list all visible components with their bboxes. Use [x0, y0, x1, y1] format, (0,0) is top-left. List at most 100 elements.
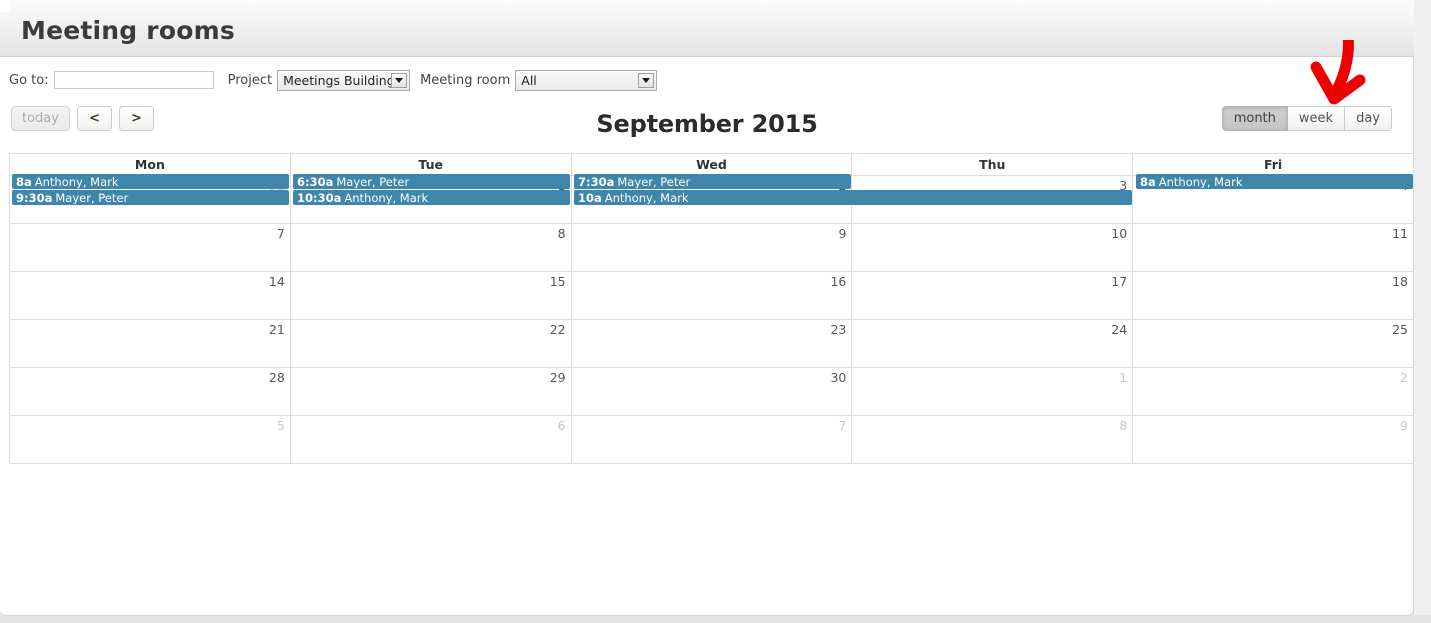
calendar-day-cell[interactable]: 28 [10, 368, 291, 416]
calendar-day-cell[interactable]: 7 [10, 224, 291, 272]
calendar-day-cell[interactable]: 11 [1133, 224, 1414, 272]
calendar-event[interactable]: 10:30a Anthony, Mark [293, 190, 570, 205]
calendar-day-number: 14 [268, 274, 285, 289]
calendar-day-cell[interactable]: 7 [571, 416, 853, 464]
page-scrollbar-track[interactable] [1413, 0, 1431, 623]
calendar-day-number: 22 [549, 322, 566, 337]
goto-label: Go to: [9, 72, 49, 88]
month-calendar: MonTueWedThuFri 311234789101114151617182… [9, 153, 1414, 464]
calendar-event-title: Anthony, Mark [34, 175, 119, 189]
calendar-day-header: Wed [571, 154, 853, 176]
calendar-day-cell[interactable]: 9 [1133, 416, 1414, 464]
calendar-day-number: 1 [1119, 370, 1128, 385]
calendar-day-number: 17 [1111, 274, 1128, 289]
calendar-event[interactable]: 10a Anthony, Mark [574, 190, 1132, 205]
calendar-day-number: 11 [1392, 226, 1408, 241]
calendar-day-number: 18 [1392, 274, 1408, 289]
calendar-event-time: 8a [16, 175, 32, 189]
calendar-day-cell[interactable]: 6 [290, 416, 572, 464]
calendar-day-number: 29 [549, 370, 566, 385]
meeting-room-label: Meeting room [420, 72, 511, 88]
filter-bar: Go to: Project Meetings Building 1 Meeti… [9, 69, 658, 91]
calendar-day-cell[interactable]: 8 [852, 416, 1134, 464]
calendar-day-number: 5 [276, 418, 285, 433]
calendar-day-cell[interactable]: 1 [852, 368, 1134, 416]
calendar-event-title: Mayer, Peter [336, 175, 410, 189]
calendar-event-time: 8a [1140, 175, 1156, 189]
calendar-day-cell[interactable]: 8 [290, 224, 572, 272]
calendar-day-cell[interactable]: 18 [1133, 272, 1414, 320]
calendar-event[interactable]: 8a Anthony, Mark [1136, 174, 1413, 189]
page-title: Meeting rooms [21, 16, 235, 45]
calendar-body: 3112347891011141516171821222324252829301… [10, 174, 1414, 464]
calendar-event[interactable]: 7:30a Mayer, Peter [574, 174, 851, 189]
page-panel: Meeting rooms Go to: Project Meetings Bu… [0, 0, 1414, 616]
calendar-day-header: Thu [852, 154, 1134, 176]
calendar-period-title: September 2015 [596, 110, 818, 138]
calendar-day-cell[interactable]: 14 [10, 272, 291, 320]
calendar-event-title: Anthony, Mark [604, 191, 689, 205]
calendar-event-time: 10:30a [297, 191, 342, 205]
calendar-day-cell[interactable]: 2 [1133, 368, 1414, 416]
calendar-day-cell[interactable]: 17 [852, 272, 1134, 320]
calendar-day-cell[interactable]: 25 [1133, 320, 1414, 368]
goto-input[interactable] [53, 71, 214, 89]
calendar-event-time: 10a [578, 191, 602, 205]
calendar-event-time: 9:30a [16, 191, 53, 205]
view-button-week[interactable]: week [1287, 106, 1346, 131]
calendar-event-time: 7:30a [578, 175, 615, 189]
calendar-day-cell[interactable]: 16 [571, 272, 853, 320]
calendar-day-number: 7 [838, 418, 847, 433]
calendar-event-title: Anthony, Mark [344, 191, 429, 205]
project-select[interactable]: Meetings Building 1 [277, 69, 411, 91]
calendar-day-number: 24 [1111, 322, 1128, 337]
calendar-day-number: 25 [1392, 322, 1408, 337]
project-label: Project [227, 72, 273, 88]
calendar-day-header: Fri [1133, 154, 1414, 176]
calendar-day-cell[interactable]: 9 [571, 224, 853, 272]
calendar-week-row: 21 22 23 24 25 [10, 320, 1414, 368]
page-bottom-edge [0, 615, 1431, 623]
view-button-month[interactable]: month [1221, 106, 1288, 131]
chevron-down-icon [391, 72, 408, 88]
meeting-room-select[interactable]: All [515, 69, 658, 91]
calendar-day-header: Tue [290, 154, 572, 176]
calendar-event[interactable]: 6:30a Mayer, Peter [293, 174, 570, 189]
view-button-day[interactable]: day [1345, 106, 1392, 131]
calendar-event[interactable]: 9:30a Mayer, Peter [12, 190, 289, 205]
calendar-day-number: 9 [1400, 418, 1408, 433]
calendar-week-row: 7 8 9 10 11 [10, 224, 1414, 272]
calendar-week-row: 5 6 7 8 9 [10, 416, 1414, 464]
calendar-day-number: 7 [276, 226, 285, 241]
calendar-event-time: 6:30a [297, 175, 334, 189]
calendar-day-number: 8 [1119, 418, 1128, 433]
calendar-day-cell[interactable]: 30 [571, 368, 853, 416]
calendar-day-number: 23 [830, 322, 847, 337]
calendar-day-number: 28 [268, 370, 285, 385]
calendar-day-cell[interactable]: 5 [10, 416, 291, 464]
calendar-week-row: 14 15 16 17 18 [10, 272, 1414, 320]
calendar-day-cell[interactable]: 21 [10, 320, 291, 368]
calendar-day-cell[interactable]: 22 [290, 320, 572, 368]
calendar-day-header: Mon [10, 154, 291, 176]
project-select-value: Meetings Building 1 [283, 72, 407, 88]
calendar-day-cell[interactable]: 10 [852, 224, 1134, 272]
calendar-event[interactable]: 8a Anthony, Mark [12, 174, 289, 189]
calendar-day-number: 10 [1111, 226, 1128, 241]
calendar-event-title: Anthony, Mark [1158, 175, 1243, 189]
calendar-day-number: 8 [557, 226, 566, 241]
calendar-day-cell[interactable]: 23 [571, 320, 853, 368]
calendar-day-number: 21 [268, 322, 285, 337]
calendar-day-cell[interactable]: 15 [290, 272, 572, 320]
calendar-day-number: 30 [830, 370, 847, 385]
calendar-day-number: 16 [830, 274, 847, 289]
calendar-day-cell[interactable]: 24 [852, 320, 1134, 368]
view-switcher: month week day [1221, 106, 1392, 131]
calendar-event-title: Mayer, Peter [617, 175, 691, 189]
calendar-day-number: 15 [549, 274, 566, 289]
calendar-day-cell[interactable]: 29 [290, 368, 572, 416]
chevron-down-icon [638, 72, 655, 88]
calendar-event-title: Mayer, Peter [55, 191, 129, 205]
app-header: Meeting rooms [0, 0, 1414, 57]
meeting-room-select-value: All [521, 72, 537, 88]
